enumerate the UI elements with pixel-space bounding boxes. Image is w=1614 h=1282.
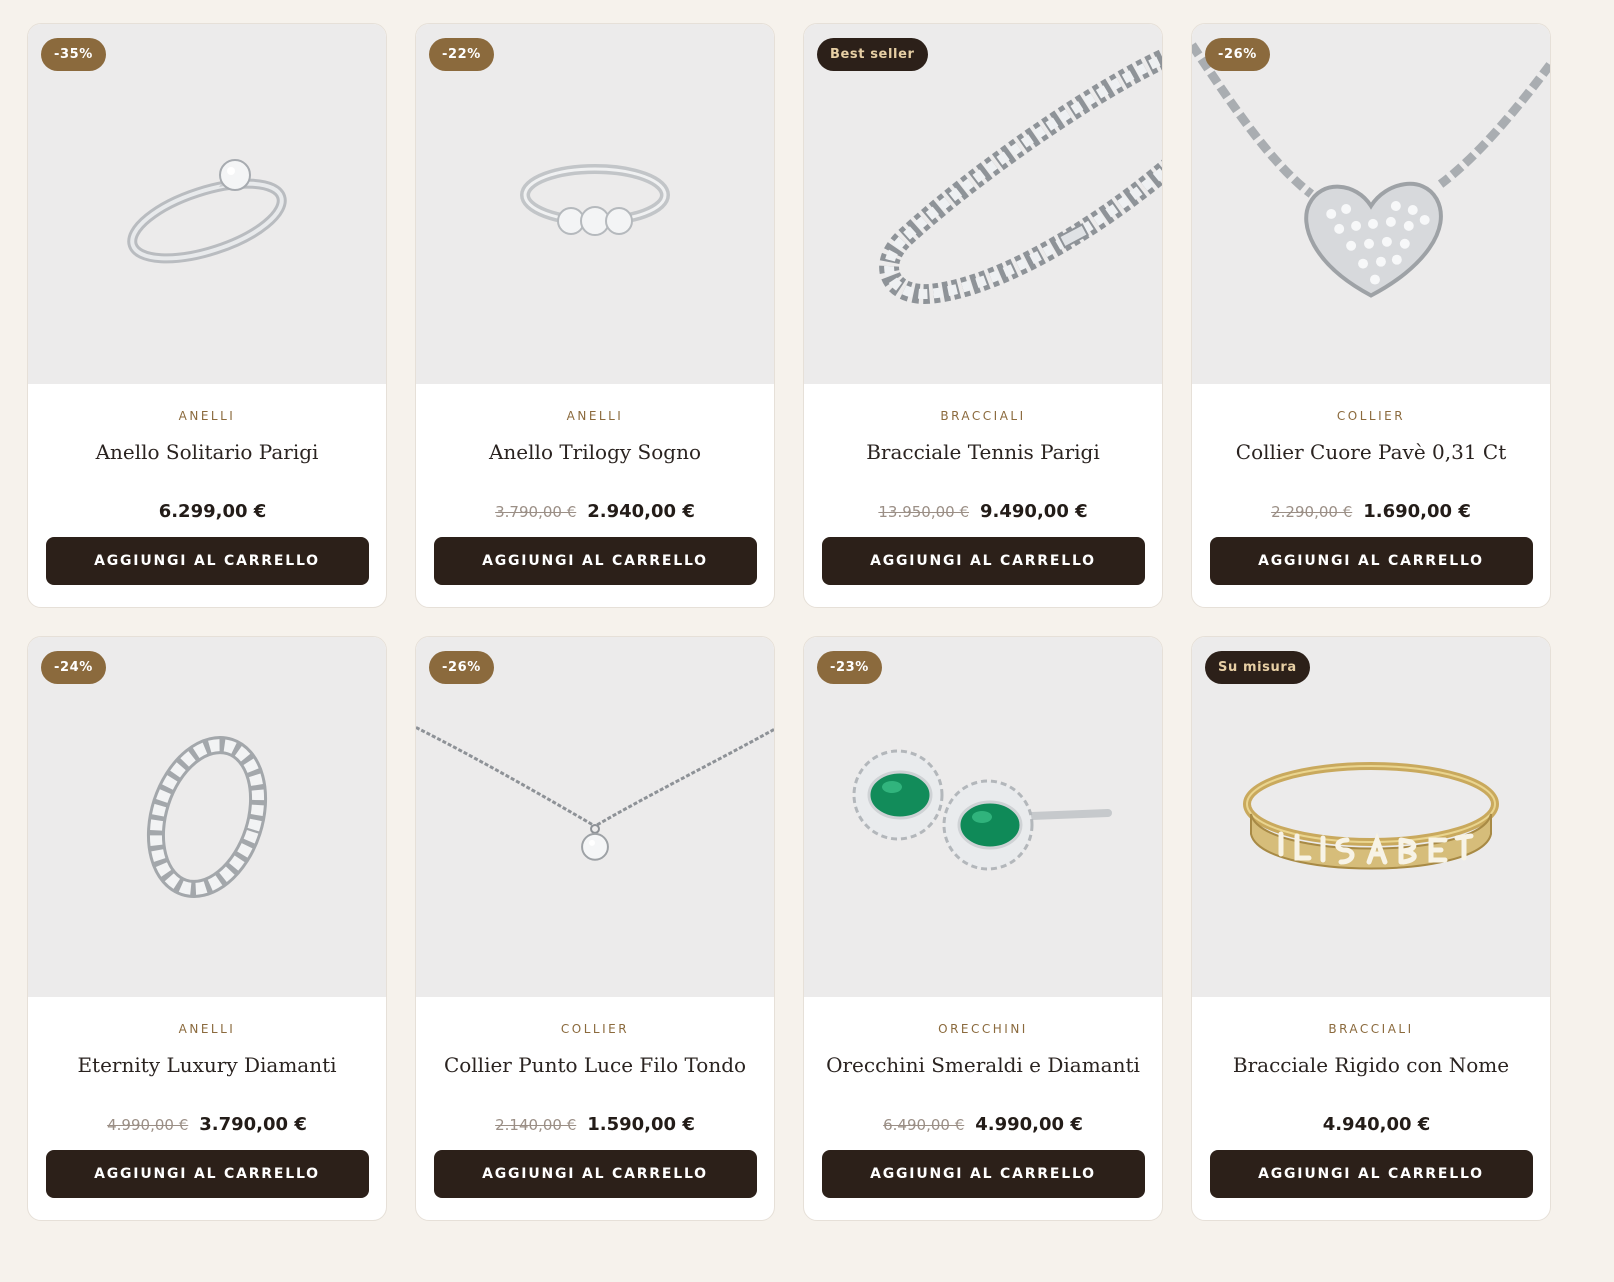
add-to-cart-button[interactable]: AGGIUNGI AL CARRELLO [1209,537,1533,585]
product-image[interactable]: -26% [1192,24,1550,384]
add-to-cart-button[interactable]: AGGIUNGI AL CARRELLO [821,537,1145,585]
product-image[interactable]: -24% [28,637,386,997]
price-row: 4.990,00 € 3.790,00 € [28,1113,386,1137]
product-category: BRACCIALI [940,409,1026,423]
product-title[interactable]: Bracciale Rigido con Nome [1192,1051,1550,1079]
product-image[interactable]: -26% [416,637,774,997]
price-row: 2.140,00 € 1.590,00 € [416,1113,774,1137]
original-price: 4.990,00 € [107,1116,189,1134]
discount-badge: -26% [1205,38,1270,71]
original-price: 2.290,00 € [1271,503,1353,521]
original-price: 13.950,00 € [878,503,970,521]
product-card[interactable]: Best seller BRACCIALI Bracciale Tennis P… [803,23,1163,608]
emerald-earrings-icon [852,749,1112,871]
add-to-cart-button[interactable]: AGGIUNGI AL CARRELLO [45,537,369,585]
discount-badge: -35% [41,38,106,71]
tennis-bracelet-icon [879,48,1162,304]
product-card[interactable]: -24% ANELLI Eternity Luxury Diamanti 4.9… [27,636,387,1221]
custom-made-badge: Su misura [1205,651,1310,684]
discount-badge: -24% [41,651,106,684]
price-row: 2.290,00 € 1.690,00 € [1192,500,1550,524]
sale-price: 2.940,00 € [587,501,695,522]
product-title[interactable]: Anello Trilogy Sogno [416,438,774,466]
product-card[interactable]: -35% ANELLI Anello Solitario Parigi 6.29… [27,23,387,608]
product-category: COLLIER [560,1022,630,1036]
sale-price: 1.590,00 € [587,1114,695,1135]
product-card[interactable]: -26% COLLIER Collier Cuore Pavè 0,31 Ct … [1191,23,1551,608]
add-to-cart-button[interactable]: AGGIUNGI AL CARRELLO [433,537,757,585]
price-row: 4.940,00 € [1192,1113,1550,1137]
add-to-cart-button[interactable]: AGGIUNGI AL CARRELLO [1209,1150,1533,1198]
price-row: 6.490,00 € 4.990,00 € [804,1113,1162,1137]
product-card[interactable]: -22% ANELLI Anello Trilogy Sogno 3.790,0… [415,23,775,608]
add-to-cart-button[interactable]: AGGIUNGI AL CARRELLO [821,1150,1145,1198]
discount-badge: -26% [429,651,494,684]
product-category: COLLIER [1336,409,1406,423]
product-image[interactable]: Best seller [804,24,1162,384]
product-grid: -35% ANELLI Anello Solitario Parigi 6.29… [27,23,1551,1221]
discount-badge: -22% [429,38,494,71]
add-to-cart-button[interactable]: AGGIUNGI AL CARRELLO [45,1150,369,1198]
solitaire-necklace-icon [416,726,774,861]
discount-badge: -23% [817,651,882,684]
product-title[interactable]: Anello Solitario Parigi [28,438,386,466]
product-category: ANELLI [178,409,236,423]
product-title[interactable]: Collier Cuore Pavè 0,31 Ct [1192,438,1550,466]
product-card[interactable]: -26% COLLIER Collier Punto Luce Filo Ton… [415,636,775,1221]
product-card[interactable]: -23% ORECCHINI Orecchini Smeraldi e Diam… [803,636,1163,1221]
product-image[interactable]: Su misura [1192,637,1550,997]
sale-price: 1.690,00 € [1363,501,1471,522]
product-title[interactable]: Orecchini Smeraldi e Diamanti [804,1051,1162,1079]
add-to-cart-button[interactable]: AGGIUNGI AL CARRELLO [433,1150,757,1198]
product-category: ANELLI [566,409,624,423]
sale-price: 4.940,00 € [1322,1114,1431,1135]
solitaire-ring-icon [127,159,287,264]
price-row: 13.950,00 € 9.490,00 € [804,500,1162,524]
eternity-ring-icon [146,736,268,898]
price-row: 6.299,00 € [28,500,386,524]
price-row: 3.790,00 € 2.940,00 € [416,500,774,524]
trilogy-ring-icon [520,164,670,236]
product-category: ANELLI [178,1022,236,1036]
product-image[interactable]: -35% [28,24,386,384]
product-image[interactable]: -23% [804,637,1162,997]
sale-price: 9.490,00 € [980,501,1088,522]
bestseller-badge: Best seller [817,38,928,71]
product-category: ORECCHINI [938,1022,1028,1036]
original-price: 6.490,00 € [883,1116,965,1134]
product-title[interactable]: Bracciale Tennis Parigi [804,438,1162,466]
sale-price: 4.990,00 € [975,1114,1083,1135]
heart-necklace-icon [1192,42,1550,298]
sale-price: 3.790,00 € [199,1114,307,1135]
original-price: 3.790,00 € [495,503,577,521]
original-price: 2.140,00 € [495,1116,577,1134]
name-bangle-icon [1243,762,1499,870]
product-category: BRACCIALI [1328,1022,1414,1036]
product-title[interactable]: Eternity Luxury Diamanti [28,1051,386,1079]
sale-price: 6.299,00 € [158,501,267,522]
product-image[interactable]: -22% [416,24,774,384]
product-title[interactable]: Collier Punto Luce Filo Tondo [416,1051,774,1079]
product-card[interactable]: Su misura BRACCIALI Bracciale Rigido con… [1191,636,1551,1221]
